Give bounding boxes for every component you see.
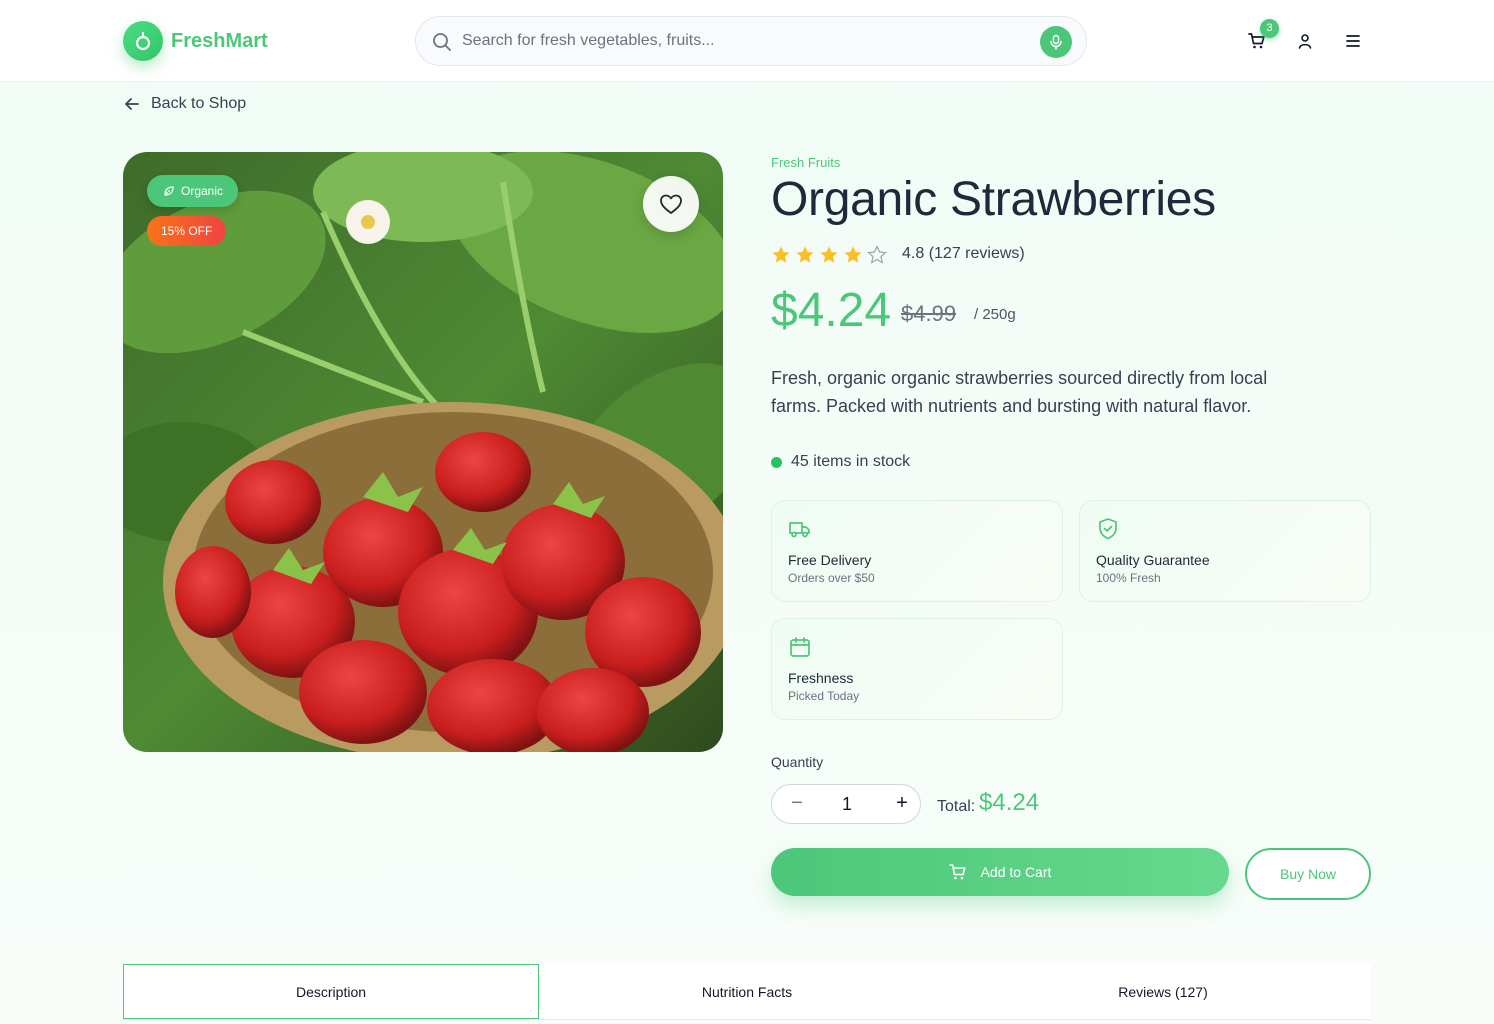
feature-subtitle: Orders over $50: [788, 571, 875, 585]
arrow-left-icon: [125, 98, 139, 110]
cart-count-badge: 3: [1260, 19, 1279, 38]
search-icon: [433, 33, 451, 51]
microphone-icon: [1050, 34, 1062, 50]
star-filled-icon: [844, 246, 862, 263]
star-filled-icon: [820, 246, 838, 263]
heart-icon: [660, 194, 682, 214]
feature-title: Free Delivery: [788, 552, 872, 568]
star-filled-icon: [796, 246, 814, 263]
account-button[interactable]: [1295, 31, 1315, 51]
quantity-label: Quantity: [771, 754, 824, 770]
add-to-cart-button[interactable]: Add to Cart: [771, 848, 1229, 896]
stock-text: 45 items in stock: [791, 453, 911, 470]
favorite-button[interactable]: [643, 176, 699, 232]
tab-description[interactable]: Description: [123, 964, 539, 1019]
quantity-value[interactable]: 1: [827, 785, 867, 823]
leaf-icon: [164, 186, 174, 196]
in-stock-dot-icon: [771, 456, 782, 468]
menu-button[interactable]: [1343, 31, 1363, 51]
calendar-icon: [790, 637, 810, 657]
decrease-quantity-button[interactable]: −: [782, 785, 812, 823]
search-bar: [415, 16, 1087, 66]
search-input[interactable]: [462, 17, 1022, 65]
product-description: Fresh, organic organic strawberries sour…: [771, 368, 1268, 416]
voice-search-button[interactable]: [1040, 26, 1072, 58]
feature-card-quality: Quality Guarantee 100% Fresh: [1079, 500, 1371, 602]
feature-subtitle: Picked Today: [788, 689, 860, 703]
total-price: $4.24: [979, 789, 1040, 816]
hamburger-menu-icon: [1346, 35, 1360, 47]
brand-name: FreshMart: [171, 29, 268, 52]
organic-badge: Organic: [147, 175, 239, 207]
star-empty-icon: [867, 245, 887, 264]
feature-card-delivery: Free Delivery Orders over $50: [771, 500, 1063, 602]
current-price: $4.24: [771, 284, 892, 337]
feature-title: Quality Guarantee: [1096, 552, 1210, 568]
organic-badge-label: Organic: [181, 184, 224, 198]
total-label: Total:: [937, 798, 976, 815]
product-title: Organic Strawberries: [771, 173, 1216, 226]
stock-status: 45 items in stock: [771, 453, 910, 471]
top-header: FreshMart 3: [0, 0, 1494, 82]
product-category[interactable]: Fresh Fruits: [771, 155, 840, 170]
discount-badge: 15% OFF: [147, 216, 227, 246]
price-unit: / 250g: [974, 306, 1016, 323]
shield-check-icon: [1099, 518, 1117, 540]
star-filled-icon: [772, 246, 790, 263]
quantity-stepper: − 1 +: [771, 784, 921, 824]
brand-logo[interactable]: FreshMart: [123, 21, 268, 61]
increase-quantity-button[interactable]: +: [887, 785, 917, 823]
tab-nutrition-facts[interactable]: Nutrition Facts: [539, 964, 955, 1019]
rating-stars: [771, 245, 891, 265]
feature-card-freshness: Freshness Picked Today: [771, 618, 1063, 720]
product-tabs: Description Nutrition Facts Reviews (127…: [123, 964, 1371, 1020]
buy-now-button[interactable]: Buy Now: [1245, 848, 1371, 900]
tab-reviews[interactable]: Reviews (127): [955, 964, 1371, 1019]
user-icon: [1298, 34, 1312, 49]
apple-logo-icon: [123, 21, 163, 61]
product-image: Organic 15% OFF: [123, 152, 723, 752]
feature-title: Freshness: [788, 670, 854, 686]
add-to-cart-label: Add to Cart: [980, 864, 1052, 880]
original-price: $4.99: [901, 301, 957, 326]
cart-icon: [948, 864, 966, 880]
back-to-shop-link[interactable]: Back to Shop: [123, 95, 246, 113]
rating-summary[interactable]: 4.8 (127 reviews): [902, 245, 1025, 263]
truck-icon: [789, 522, 810, 538]
feature-subtitle: 100% Fresh: [1096, 571, 1161, 585]
back-label: Back to Shop: [151, 95, 247, 112]
